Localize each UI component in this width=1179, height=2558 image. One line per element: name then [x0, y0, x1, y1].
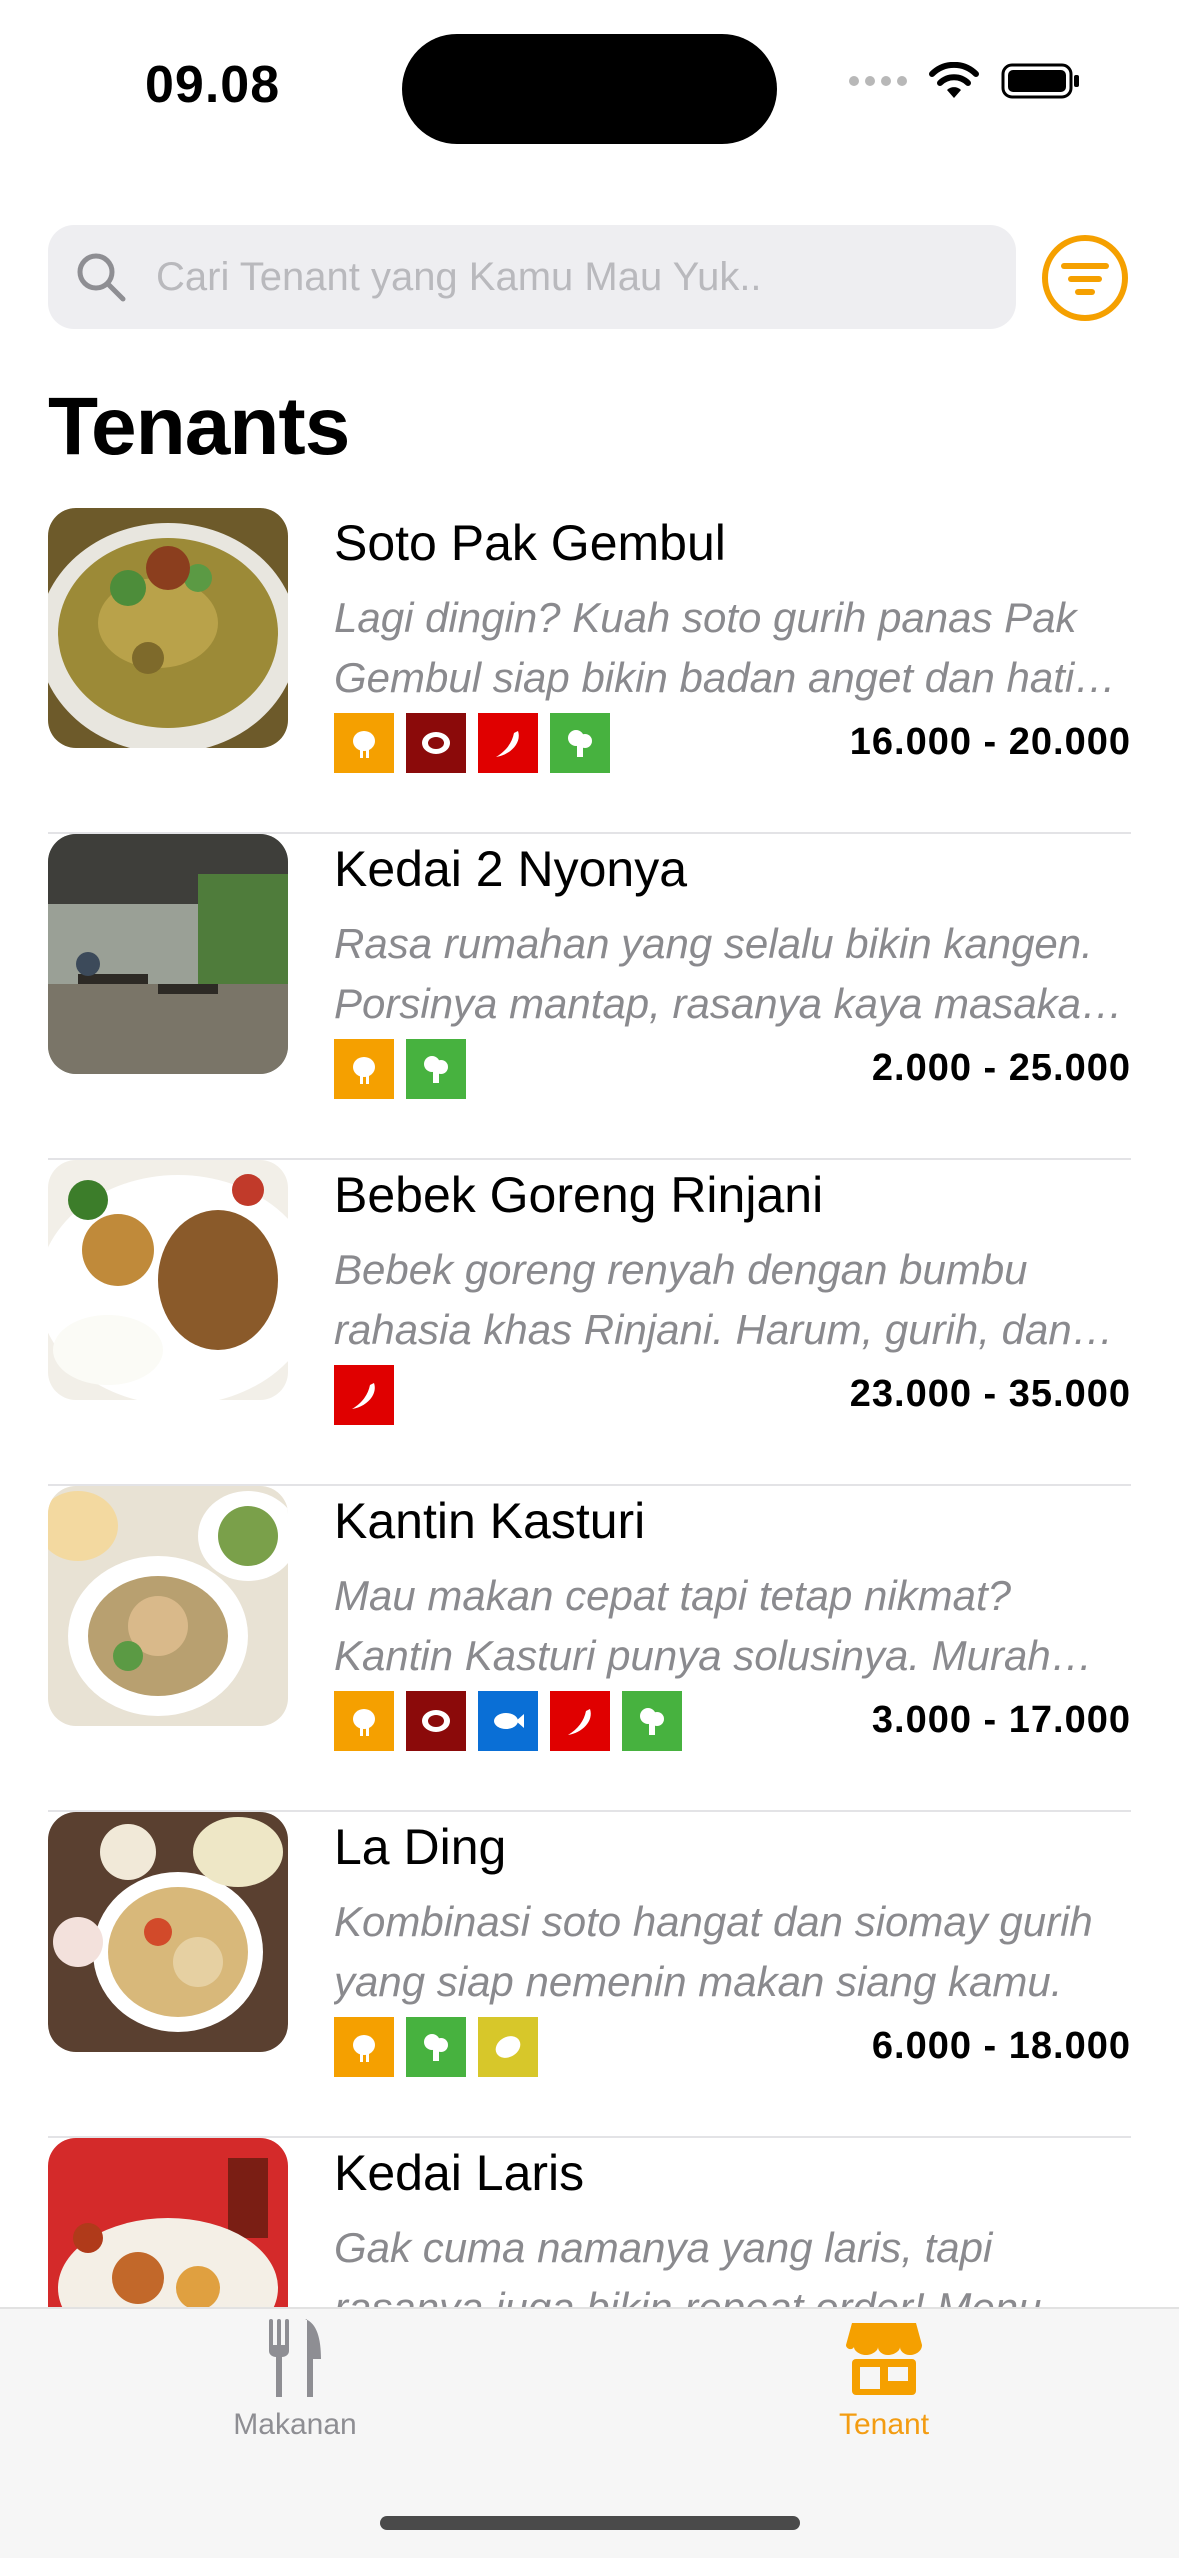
- tenant-tags: [334, 1691, 682, 1751]
- tenant-price: 2.000 - 25.000: [871, 1047, 1131, 1089]
- potato-icon: [478, 2017, 538, 2077]
- store-icon: [846, 2323, 922, 2395]
- tenant-image: [48, 834, 288, 1074]
- filter-icon: [1042, 235, 1128, 321]
- tenant-description: Mau makan cepat tapi tetap nikmat? Kanti…: [334, 1572, 1051, 1679]
- tenant-name: La Ding: [334, 1819, 507, 1875]
- status-indicators: [849, 62, 1081, 100]
- tenant-price: 23.000 - 35.000: [849, 1373, 1131, 1415]
- tenant-tags: [334, 1039, 466, 1099]
- status-time: 09.08: [145, 56, 281, 114]
- tab-label: Tenant: [838, 2408, 930, 2441]
- tenant-tags: [334, 713, 610, 773]
- chicken-icon: [334, 2017, 394, 2077]
- tenant-row[interactable]: Bebek Goreng Rinjani Bebek goreng renyah…: [48, 1160, 1131, 1486]
- tenant-name: Kedai 2 Nyonya: [334, 841, 688, 897]
- fork-knife-icon: [269, 2319, 321, 2397]
- tenant-price: 16.000 - 20.000: [849, 721, 1131, 763]
- tenant-price: 3.000 - 17.000: [871, 1699, 1131, 1741]
- tenant-list: Soto Pak Gembul Lagi dingin? Kuah soto g…: [48, 508, 1131, 2464]
- chicken-icon: [334, 1691, 394, 1751]
- search-icon: [74, 250, 128, 304]
- tenant-description: Kombinasi soto hangat dan siomay gurih y…: [334, 1898, 1093, 2005]
- chili-icon: [550, 1691, 610, 1751]
- broccoli-icon: [406, 2017, 466, 2077]
- tenant-description: Bebek goreng renyah dengan bumbu rahasia…: [334, 1246, 1072, 1353]
- battery-icon: [1001, 63, 1079, 99]
- beef-icon: [406, 1691, 466, 1751]
- dynamic-island: [402, 34, 777, 144]
- chili-icon: [334, 1365, 394, 1425]
- tenant-name: Bebek Goreng Rinjani: [334, 1167, 824, 1223]
- tenant-description: Lagi dingin? Kuah soto gurih panas Pak G…: [334, 594, 1077, 701]
- tenant-description: Rasa rumahan yang selalu bikin kangen. P…: [334, 920, 1105, 1027]
- broccoli-icon: [622, 1691, 682, 1751]
- tab-makanan[interactable]: Makanan: [145, 2317, 445, 2442]
- chicken-icon: [334, 1039, 394, 1099]
- tenant-price: 6.000 - 18.000: [871, 2025, 1131, 2067]
- tenant-image: [48, 1486, 288, 1726]
- fish-icon: [478, 1691, 538, 1751]
- tab-label: Makanan: [233, 2408, 357, 2441]
- broccoli-icon: [550, 713, 610, 773]
- tenant-image: [48, 1812, 288, 2052]
- tenant-tags: [334, 2017, 538, 2077]
- tenant-row[interactable]: Soto Pak Gembul Lagi dingin? Kuah soto g…: [48, 508, 1131, 834]
- tenant-row[interactable]: La Ding Kombinasi soto hangat dan siomay…: [48, 1812, 1131, 2138]
- cellular-signal-icon: [849, 76, 907, 86]
- tenant-image: [48, 508, 288, 748]
- home-indicator: [380, 2516, 800, 2530]
- tenant-tags: [334, 1365, 394, 1425]
- wifi-icon: [929, 62, 979, 98]
- beef-icon: [406, 713, 466, 773]
- tab-tenant[interactable]: Tenant: [734, 2317, 1034, 2442]
- search-input[interactable]: [154, 253, 978, 301]
- tenant-name: Kantin Kasturi: [334, 1493, 646, 1549]
- broccoli-icon: [406, 1039, 466, 1099]
- chili-icon: [478, 713, 538, 773]
- search-bar: [48, 225, 1016, 329]
- tenant-image: [48, 1160, 288, 1400]
- filter-button[interactable]: [1040, 233, 1130, 323]
- tenant-row[interactable]: Kedai 2 Nyonya Rasa rumahan yang selalu …: [48, 834, 1131, 1160]
- tenant-row[interactable]: Kantin Kasturi Mau makan cepat tapi teta…: [48, 1486, 1131, 1812]
- chicken-icon: [334, 713, 394, 773]
- tenant-name: Soto Pak Gembul: [334, 515, 726, 571]
- page-title: Tenants: [48, 381, 350, 472]
- tenant-name: Kedai Laris: [334, 2145, 585, 2201]
